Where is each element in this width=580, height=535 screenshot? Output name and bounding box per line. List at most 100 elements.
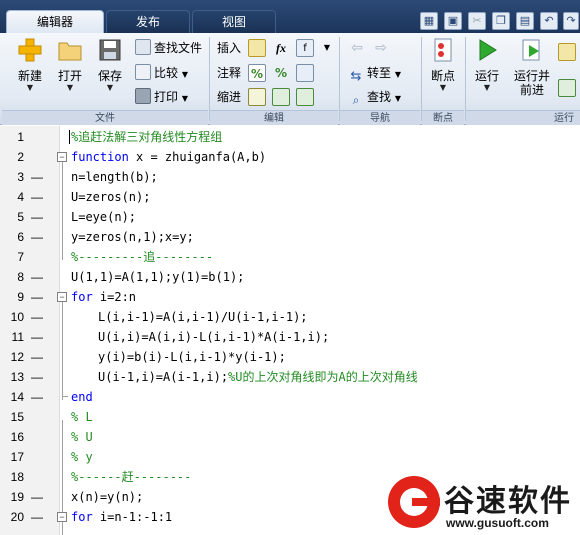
- executable-line-marker[interactable]: —: [31, 387, 43, 407]
- code-text: % U: [71, 427, 93, 447]
- indent-button[interactable]: 缩进: [217, 87, 241, 107]
- tab-editor[interactable]: 编辑器: [6, 10, 104, 33]
- open-button[interactable]: 打开 ▼: [52, 37, 88, 93]
- quick-save-icon[interactable]: ▣: [444, 12, 462, 30]
- code-line[interactable]: 17 % y: [0, 447, 580, 467]
- fold-toggle-icon[interactable]: −: [57, 152, 67, 162]
- uncomment-icon[interactable]: %: [272, 64, 290, 82]
- executable-line-marker[interactable]: —: [31, 307, 43, 327]
- code-line[interactable]: 3 — n=length(b);: [0, 167, 580, 187]
- find-files-button[interactable]: 查找文件: [135, 38, 202, 58]
- line-number: 2: [17, 150, 24, 164]
- chevron-down-icon[interactable]: ▼: [318, 39, 336, 57]
- text-cursor: [69, 130, 70, 144]
- tab-publish[interactable]: 发布: [106, 10, 190, 33]
- executable-line-marker[interactable]: —: [31, 187, 43, 207]
- forward-arrow-icon[interactable]: ⇨: [372, 39, 390, 57]
- increase-indent-icon[interactable]: [272, 88, 290, 106]
- code-line[interactable]: 11 — U(i,i)=A(i,i)-L(i,i-1)*A(i-1,i);: [0, 327, 580, 347]
- print-label: 打印: [154, 90, 179, 104]
- code-line[interactable]: 12 — y(i)=b(i)-L(i,i-1)*y(i-1);: [0, 347, 580, 367]
- code-text: L(i,i-1)=A(i,i-1)/U(i-1,i-1);: [98, 307, 308, 327]
- run-section-icon[interactable]: [558, 43, 576, 61]
- line-number: 12: [10, 350, 24, 364]
- chevron-down-icon: ▼: [66, 83, 74, 92]
- new-icon: [18, 38, 42, 62]
- decrease-indent-icon[interactable]: [296, 88, 314, 106]
- goto-button[interactable]: ⇆ 转至 ▼: [348, 63, 401, 84]
- code-line[interactable]: 13 — U(i-1,i)=A(i-1,i);%U的上次对角线即为A的上次对角线: [0, 367, 580, 387]
- executable-line-marker[interactable]: —: [31, 507, 43, 527]
- code-line[interactable]: 7 %---------追--------: [0, 247, 580, 267]
- line-number: 10: [10, 310, 24, 324]
- code-text: end: [71, 387, 93, 407]
- advance-icon[interactable]: [558, 79, 576, 97]
- code-text: %------赶--------: [71, 467, 191, 487]
- cut-icon[interactable]: ✂: [468, 12, 486, 30]
- print-button[interactable]: 打印 ▼: [135, 87, 188, 107]
- undo-icon[interactable]: ↶: [540, 12, 558, 30]
- watermark-title: 谷速软件: [444, 484, 572, 519]
- open-label: 打开: [57, 69, 82, 83]
- comment-icon[interactable]: %: [248, 64, 266, 82]
- wrap-comments-icon[interactable]: [296, 64, 314, 82]
- compare-button[interactable]: 比较 ▼: [135, 63, 188, 83]
- code-line[interactable]: 6 — y=zeros(n,1);x=y;: [0, 227, 580, 247]
- watermark: 谷速软件 www.gusuoft.com: [380, 470, 580, 535]
- find-label: 查找: [367, 90, 392, 104]
- code-line[interactable]: 8 — U(1,1)=A(1,1);y(1)=b(1);: [0, 267, 580, 287]
- smart-indent-icon[interactable]: [248, 88, 266, 106]
- run-and-advance-button[interactable]: 运行并 前进: [510, 37, 554, 97]
- watermark-url: www.gusuoft.com: [446, 516, 549, 530]
- code-line[interactable]: 15 % L: [0, 407, 580, 427]
- comment-button[interactable]: 注释: [217, 63, 241, 83]
- tab-view[interactable]: 视图: [192, 10, 276, 33]
- code-line[interactable]: 16 % U: [0, 427, 580, 447]
- keyword: for: [71, 290, 93, 304]
- ribbon: 新建 ▼ 打开 ▼ 保存 ▼ 查找文件 比较 ▼ 打印 ▼ 文件 插入 注释 缩…: [0, 33, 580, 125]
- comment-text: %------赶--------: [71, 470, 192, 484]
- fold-toggle-icon[interactable]: −: [57, 512, 67, 522]
- line-number: 6: [17, 230, 24, 244]
- insert-button[interactable]: 插入: [217, 38, 241, 58]
- copy-icon[interactable]: ❐: [492, 12, 510, 30]
- executable-line-marker[interactable]: —: [31, 347, 43, 367]
- code-line[interactable]: 14 — end: [0, 387, 580, 407]
- layout-icon[interactable]: ▦: [420, 12, 438, 30]
- statement-text: L=eye(n);: [71, 210, 137, 224]
- new-button[interactable]: 新建 ▼: [10, 37, 50, 93]
- code-line[interactable]: 5 — L=eye(n);: [0, 207, 580, 227]
- executable-line-marker[interactable]: —: [31, 207, 43, 227]
- executable-line-marker[interactable]: —: [31, 227, 43, 247]
- run-button[interactable]: 运行 ▼: [470, 37, 504, 93]
- breakpoint-icon: [434, 38, 452, 62]
- code-line[interactable]: 10 — L(i,i-1)=A(i,i-1)/U(i-1,i-1);: [0, 307, 580, 327]
- breakpoints-button[interactable]: 断点 ▼: [425, 37, 461, 93]
- executable-line-marker[interactable]: —: [31, 487, 43, 507]
- fold-toggle-icon[interactable]: −: [57, 292, 67, 302]
- code-line[interactable]: 9 — − for i=2:n: [0, 287, 580, 307]
- code-text: U(1,1)=A(1,1);y(1)=b(1);: [71, 267, 244, 287]
- code-line[interactable]: 1 %追赶法解三对角线性方程组: [0, 127, 580, 147]
- group-label-breakpoints: 断点: [422, 110, 464, 125]
- executable-line-marker[interactable]: —: [31, 167, 43, 187]
- find-button[interactable]: ⌕ 查找 ▼: [348, 87, 401, 107]
- redo-icon[interactable]: ↷: [563, 12, 579, 30]
- code-text: %追赶法解三对角线性方程组: [71, 127, 222, 147]
- insert-function-icon[interactable]: fx: [272, 39, 290, 57]
- group-label-edit: 编辑: [210, 110, 338, 125]
- insert-block-icon[interactable]: f: [296, 39, 314, 57]
- code-text: % L: [71, 407, 93, 427]
- code-text: U(i,i)=A(i,i)-L(i,i-1)*A(i-1,i);: [98, 327, 329, 347]
- code-line[interactable]: 4 — U=zeros(n);: [0, 187, 580, 207]
- statement-text: y(i)=b(i)-L(i,i-1)*y(i-1);: [98, 350, 286, 364]
- executable-line-marker[interactable]: —: [31, 267, 43, 287]
- save-button[interactable]: 保存 ▼: [92, 37, 128, 93]
- executable-line-marker[interactable]: —: [31, 327, 43, 347]
- insert-section-icon[interactable]: [248, 39, 266, 57]
- back-arrow-icon[interactable]: ⇦: [348, 39, 366, 57]
- executable-line-marker[interactable]: —: [31, 367, 43, 387]
- code-line[interactable]: 2 − function x = zhuiganfa(A,b): [0, 147, 580, 167]
- paste-icon[interactable]: ▤: [516, 12, 534, 30]
- executable-line-marker[interactable]: —: [31, 287, 43, 307]
